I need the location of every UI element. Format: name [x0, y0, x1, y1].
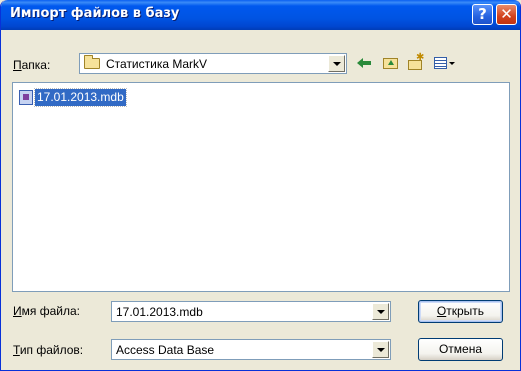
filetype-dropdown-button[interactable] — [372, 341, 389, 358]
lookin-folder-value: Статистика MarkV — [106, 57, 208, 71]
title-bar[interactable]: Импорт файлов в базу ? ✕ — [1, 0, 520, 30]
import-files-dialog: Импорт файлов в базу ? ✕ Папка: Статисти… — [0, 0, 521, 371]
close-button[interactable]: ✕ — [496, 4, 517, 25]
filetype-value: Access Data Base — [116, 343, 215, 357]
back-arrow-icon[interactable] — [356, 54, 374, 72]
new-folder-icon[interactable] — [407, 52, 425, 72]
cancel-button[interactable]: Отмена — [418, 338, 503, 361]
filename-label: Имя файла: — [13, 304, 80, 318]
file-name: 17.01.2013.mdb — [34, 88, 127, 107]
filetype-select[interactable]: Access Data Base — [111, 339, 391, 360]
file-list[interactable]: 17.01.2013.mdb — [12, 82, 510, 292]
lookin-dropdown-button[interactable] — [328, 55, 345, 72]
filename-combobox[interactable]: 17.01.2013.mdb — [111, 301, 391, 322]
views-menu-icon[interactable] — [433, 54, 455, 72]
lookin-label: Папка: — [13, 58, 51, 72]
filename-dropdown-button[interactable] — [372, 303, 389, 320]
filetype-label: Тип файлов: — [13, 343, 84, 357]
up-folder-icon[interactable] — [382, 54, 400, 72]
lookin-combobox[interactable]: Статистика MarkV — [79, 53, 347, 74]
help-button[interactable]: ? — [472, 4, 493, 25]
access-database-icon — [19, 90, 33, 105]
window-title: Импорт файлов в базу — [10, 6, 180, 21]
open-button[interactable]: Открыть — [418, 300, 503, 323]
folder-icon — [84, 55, 100, 69]
filename-input[interactable]: 17.01.2013.mdb — [116, 305, 203, 319]
